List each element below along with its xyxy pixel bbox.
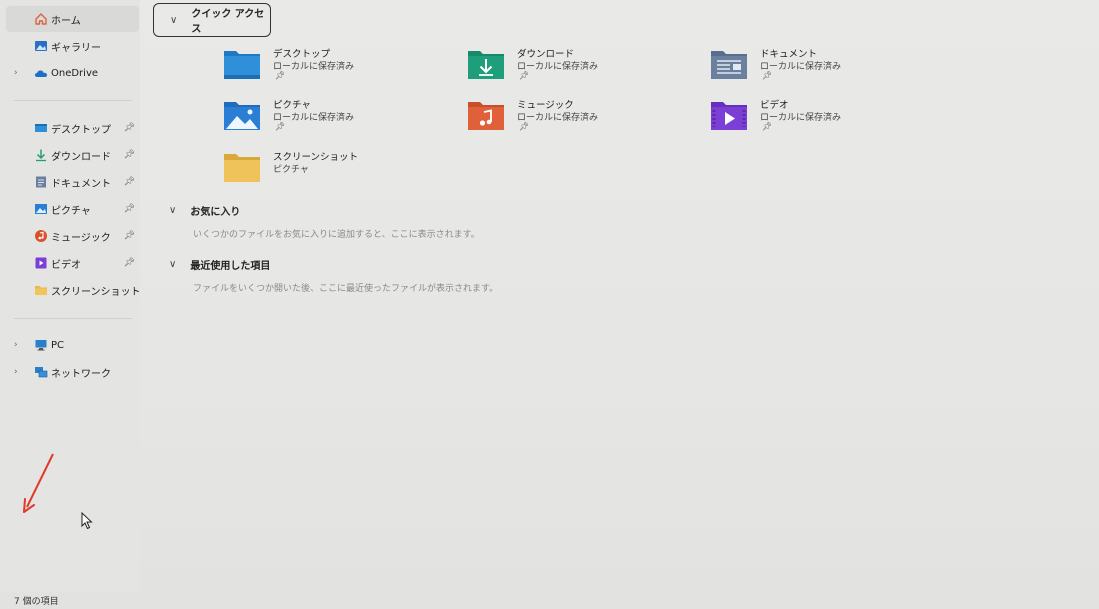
sidebar-item-label: スクリーンショット — [51, 286, 141, 298]
download-folder-icon — [467, 48, 505, 80]
sidebar-item-documents[interactable]: ドキュメント 📌︎ — [6, 169, 139, 195]
computer-icon — [34, 338, 48, 352]
chevron-right-icon[interactable]: › — [14, 340, 18, 350]
sidebar-item-label: ホーム — [51, 15, 81, 27]
sidebar-item-pictures[interactable]: ピクチャ 📌︎ — [6, 196, 139, 222]
chevron-down-icon: ∨ — [169, 204, 177, 216]
sidebar-item-network[interactable]: › ネットワーク — [6, 359, 139, 385]
sidebar-item-pc[interactable]: › PC — [6, 332, 139, 358]
picture-icon — [34, 202, 48, 216]
sidebar-item-desktop[interactable]: デスクトップ 📌︎ — [6, 115, 139, 141]
sidebar-item-label: デスクトップ — [51, 124, 111, 136]
chevron-right-icon[interactable]: › — [14, 367, 18, 377]
sidebar-item-label: ビデオ — [51, 259, 81, 271]
sidebar-item-gallery[interactable]: ギャラリー — [6, 33, 139, 59]
sidebar-divider — [14, 100, 132, 101]
section-title: 最近使用した項目 — [190, 260, 271, 272]
recent-header[interactable]: ∨ 最近使用した項目 — [169, 256, 270, 272]
pin-icon[interactable]: 📌︎ — [124, 150, 135, 160]
main-content: ∨ クイック アクセス デスクトップ ローカルに保存済み 📌︎ ダウンロード ロ… — [141, 0, 1099, 592]
item-name: ピクチャ — [273, 100, 311, 111]
quick-access-item-desktop[interactable]: デスクトップ ローカルに保存済み 📌︎ — [223, 46, 443, 90]
download-icon — [34, 148, 48, 162]
sidebar-item-label: ギャラリー — [51, 42, 101, 54]
cloud-icon — [34, 66, 48, 80]
quick-access-item-videos[interactable]: ビデオ ローカルに保存済み 📌︎ — [710, 97, 930, 141]
favorites-empty-message: いくつかのファイルをお気に入りに追加すると、ここに表示されます。 — [193, 230, 480, 240]
sidebar-item-label: PC — [51, 339, 65, 351]
sidebar-item-home[interactable]: ホーム — [6, 6, 139, 32]
pin-icon: 📌︎ — [275, 71, 286, 80]
pin-icon: 📌︎ — [519, 71, 530, 80]
favorites-header[interactable]: ∨ お気に入り — [169, 202, 240, 218]
music-icon — [34, 229, 48, 243]
picture-folder-icon — [223, 99, 261, 131]
quick-access-item-music[interactable]: ミュージック ローカルに保存済み 📌︎ — [467, 97, 687, 141]
sidebar-item-onedrive[interactable]: › OneDrive — [6, 60, 139, 86]
item-name: ドキュメント — [760, 49, 818, 60]
quick-access-header[interactable]: ∨ クイック アクセス — [153, 3, 271, 37]
pin-icon[interactable]: 📌︎ — [124, 177, 135, 187]
sidebar-item-label: ドキュメント — [51, 178, 111, 190]
sidebar-item-label: OneDrive — [51, 67, 99, 79]
desktop-icon — [34, 121, 48, 135]
chevron-right-icon[interactable]: › — [14, 68, 18, 78]
mouse-cursor-icon — [81, 511, 93, 534]
sidebar-item-downloads[interactable]: ダウンロード 📌︎ — [6, 142, 139, 168]
video-folder-icon — [710, 99, 748, 131]
pin-icon[interactable]: 📌︎ — [124, 258, 135, 268]
chevron-down-icon: ∨ — [170, 14, 178, 26]
folder-icon — [34, 283, 48, 297]
section-title: クイック アクセス — [191, 9, 265, 35]
gallery-icon — [34, 39, 48, 53]
item-name: デスクトップ — [273, 49, 331, 60]
home-icon — [34, 12, 48, 26]
item-name: ダウンロード — [517, 49, 575, 60]
recent-empty-message: ファイルをいくつか開いた後、ここに最近使ったファイルが表示されます。 — [193, 284, 499, 294]
sidebar-item-videos[interactable]: ビデオ 📌︎ — [6, 250, 139, 276]
sidebar-item-screenshots[interactable]: スクリーンショット — [6, 277, 141, 303]
status-item-count: 7 個の項目 — [14, 597, 59, 607]
pin-icon[interactable]: 📌︎ — [124, 204, 135, 214]
pin-icon: 📌︎ — [762, 71, 773, 80]
document-icon — [34, 175, 48, 189]
sidebar-item-label: ミュージック — [51, 232, 111, 244]
sidebar-item-label: ネットワーク — [51, 368, 111, 380]
pin-icon: 📌︎ — [275, 122, 286, 131]
desktop-folder-icon — [223, 48, 261, 80]
item-name: ミュージック — [517, 100, 574, 111]
pin-icon: 📌︎ — [519, 122, 530, 131]
sidebar-item-label: ピクチャ — [51, 205, 91, 217]
pin-icon[interactable]: 📌︎ — [124, 123, 135, 133]
pin-icon: 📌︎ — [762, 122, 773, 131]
quick-access-item-pictures[interactable]: ピクチャ ローカルに保存済み 📌︎ — [223, 97, 443, 141]
quick-access-item-screenshots[interactable]: スクリーンショット ピクチャ — [223, 149, 443, 193]
chevron-down-icon: ∨ — [169, 258, 177, 270]
item-name: スクリーンショット — [273, 152, 359, 163]
section-title: お気に入り — [190, 206, 241, 218]
sidebar-item-label: ダウンロード — [51, 151, 111, 163]
quick-access-item-downloads[interactable]: ダウンロード ローカルに保存済み 📌︎ — [467, 46, 687, 90]
red-arrow-annotation — [20, 452, 60, 520]
file-explorer-window: ホーム ギャラリー › OneDrive デスクトップ 📌︎ ダウンロード 📌︎… — [0, 0, 1099, 609]
quick-access-item-documents[interactable]: ドキュメント ローカルに保存済み 📌︎ — [710, 46, 930, 90]
pin-icon[interactable]: 📌︎ — [124, 231, 135, 241]
sidebar-item-music[interactable]: ミュージック 📌︎ — [6, 223, 139, 249]
item-location: ピクチャ — [273, 165, 309, 175]
document-folder-icon — [710, 48, 748, 80]
video-icon — [34, 256, 48, 270]
screenshot-folder-icon — [223, 151, 261, 183]
item-name: ビデオ — [760, 100, 789, 111]
network-icon — [34, 365, 48, 379]
sidebar-divider — [14, 318, 132, 319]
music-folder-icon — [467, 99, 505, 131]
